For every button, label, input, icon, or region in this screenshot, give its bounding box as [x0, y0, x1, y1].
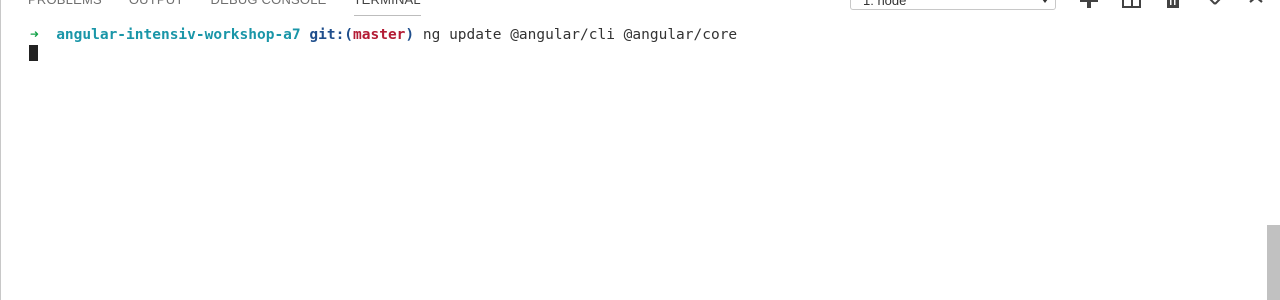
terminal-panel: PROBLEMS OUTPUT DEBUG CONSOLE TERMINAL 1… [0, 0, 1280, 300]
maximize-panel-button[interactable] [1204, 0, 1226, 10]
new-terminal-button[interactable] [1078, 0, 1100, 10]
git-suffix: ) [405, 27, 415, 43]
tab-problems[interactable]: PROBLEMS [28, 0, 102, 11]
scrollbar-thumb[interactable] [1267, 225, 1280, 300]
panel-border [0, 0, 1, 300]
split-icon [1122, 0, 1141, 8]
panel-tabs: PROBLEMS OUTPUT DEBUG CONSOLE TERMINAL [28, 0, 448, 16]
git-branch: master [353, 27, 406, 43]
prompt-directory: angular-intensiv-workshop-a7 [56, 27, 301, 43]
tab-output[interactable]: OUTPUT [129, 0, 184, 11]
split-terminal-button[interactable] [1121, 0, 1143, 10]
tab-debug-console[interactable]: DEBUG CONSOLE [211, 0, 327, 11]
terminal-command: ng update @angular/cli @angular/core [422, 27, 738, 43]
tab-terminal[interactable]: TERMINAL [353, 0, 422, 16]
kill-terminal-button[interactable] [1162, 0, 1184, 10]
close-icon [1249, 0, 1263, 3]
terminal-command-line[interactable]: ➜ angular-intensiv-workshop-a7 git:(mast… [30, 25, 737, 45]
trash-icon [1167, 0, 1179, 8]
terminal-cursor [29, 45, 38, 61]
prompt-arrow: ➜ [30, 27, 39, 43]
terminal-selector-value: 1: node [863, 0, 907, 8]
terminal-selector[interactable]: 1: node [850, 0, 1056, 10]
close-panel-button[interactable] [1246, 0, 1268, 10]
chevron-up-icon [1209, 0, 1221, 5]
chevron-down-icon [1042, 0, 1048, 3]
git-prefix: git:( [309, 27, 354, 43]
plus-icon [1080, 0, 1098, 8]
